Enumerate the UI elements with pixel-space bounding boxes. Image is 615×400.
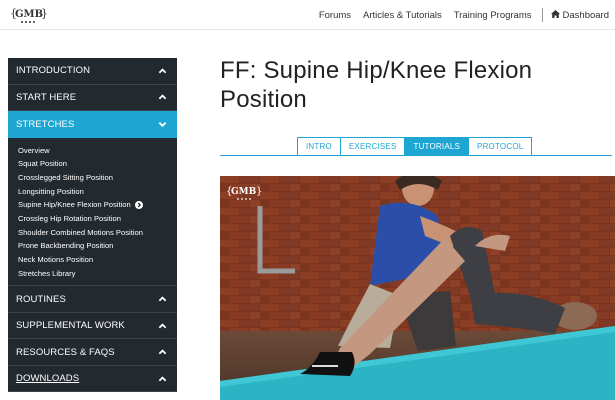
sidebar-section-label: INTRODUCTION (16, 65, 91, 77)
page-title: FF: Supine Hip/Knee Flexion Position (220, 57, 533, 113)
chevron-up-icon (158, 349, 167, 355)
sidebar: INTRODUCTION START HERE STRETCHES Overvi… (8, 58, 177, 393)
submenu-item-prone-backbending[interactable]: Prone Backbending Position (18, 239, 177, 253)
chevron-up-icon (158, 296, 167, 302)
video-frame-illustration (220, 176, 615, 400)
sidebar-section-routines[interactable]: ROUTINES (8, 286, 177, 313)
submenu-item-overview[interactable]: Overview (18, 144, 177, 158)
sidebar-section-downloads[interactable]: DOWNLOADS (8, 366, 177, 393)
nav-articles-tutorials[interactable]: Articles & Tutorials (363, 10, 442, 21)
submenu-item-supine-hip-knee-flexion[interactable]: Supine Hip/Knee Flexion Position (18, 198, 177, 212)
svg-text:GMB: GMB (15, 9, 43, 20)
svg-text:}: } (256, 186, 262, 197)
sidebar-section-supplemental-work[interactable]: SUPPLEMENTAL WORK (8, 313, 177, 340)
chevron-up-icon (158, 376, 167, 382)
gmb-logo[interactable]: { GMB } (8, 4, 48, 26)
tab-protocol[interactable]: PROTOCOL (468, 137, 533, 156)
submenu-item-crossleg-hip-rotation[interactable]: Crossleg Hip Rotation Position (18, 212, 177, 226)
sidebar-section-label: DOWNLOADS (16, 373, 80, 385)
svg-text:GMB: GMB (231, 187, 257, 197)
submenu-item-longsitting[interactable]: Longsitting Position (18, 185, 177, 199)
sidebar-section-label: RESOURCES & FAQS (16, 346, 115, 358)
sidebar-section-start-here[interactable]: START HERE (8, 85, 177, 111)
nav-forums[interactable]: Forums (319, 10, 351, 21)
arrow-right-circle-icon (134, 201, 143, 210)
content-tabs: INTRO EXERCISES TUTORIALS PROTOCOL (297, 137, 533, 156)
chevron-up-icon (158, 94, 167, 100)
submenu-item-crosslegged-sitting[interactable]: Crosslegged Sitting Position (18, 171, 177, 185)
tab-tutorials[interactable]: TUTORIALS (404, 137, 470, 156)
nav-dashboard[interactable]: Dashboard (550, 9, 609, 21)
sidebar-section-stretches[interactable]: STRETCHES (8, 111, 177, 138)
sidebar-section-introduction[interactable]: INTRODUCTION (8, 58, 177, 85)
nav-divider (541, 8, 543, 22)
stretches-submenu: Overview Squat Position Crosslegged Sitt… (8, 138, 177, 287)
tab-exercises[interactable]: EXERCISES (339, 137, 406, 156)
submenu-item-shoulder-combined[interactable]: Shoulder Combined Motions Position (18, 226, 177, 240)
home-icon (550, 9, 560, 21)
nav-training-programs[interactable]: Training Programs (454, 10, 532, 21)
sidebar-section-label: STRETCHES (16, 118, 75, 130)
tab-intro[interactable]: INTRO (297, 137, 341, 156)
chevron-up-icon (158, 68, 167, 74)
video-watermark-logo: { GMB } (226, 182, 262, 204)
top-bar: { GMB } Forums Articles & Tutorials Trai… (0, 0, 615, 30)
submenu-item-neck-motions[interactable]: Neck Motions Position (18, 253, 177, 267)
sidebar-section-label: ROUTINES (16, 293, 66, 305)
submenu-item-label: Supine Hip/Knee Flexion Position (18, 200, 131, 210)
sidebar-section-label: SUPPLEMENTAL WORK (16, 320, 125, 332)
sidebar-section-label: START HERE (16, 91, 77, 103)
dashboard-label: Dashboard (562, 9, 609, 21)
chevron-down-icon (158, 122, 167, 128)
submenu-item-squat[interactable]: Squat Position (18, 157, 177, 171)
submenu-item-stretches-library[interactable]: Stretches Library (18, 267, 177, 281)
tutorial-video[interactable]: { GMB } (220, 176, 615, 400)
sidebar-section-resources-faqs[interactable]: RESOURCES & FAQS (8, 339, 177, 366)
svg-text:}: } (41, 7, 48, 20)
chevron-up-icon (158, 323, 167, 329)
top-nav: Forums Articles & Tutorials Training Pro… (307, 0, 609, 30)
